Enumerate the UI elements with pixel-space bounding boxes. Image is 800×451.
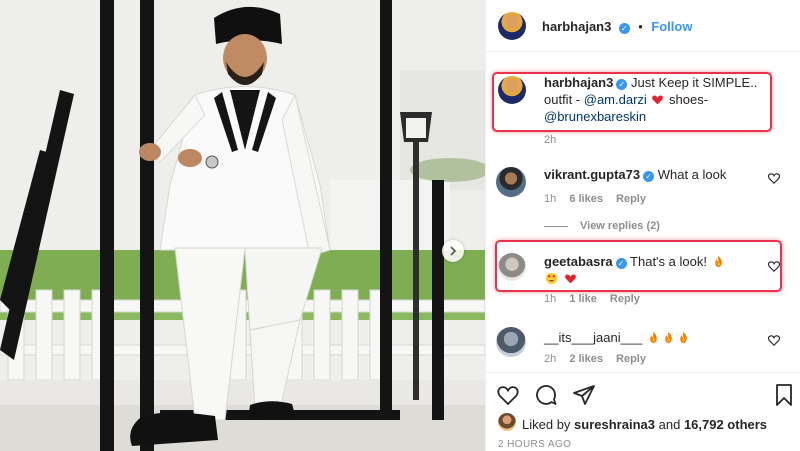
comment-text: vikrant.gupta73 ✓ What a look bbox=[544, 166, 726, 183]
heart-icon[interactable] bbox=[496, 383, 520, 407]
liked-connector: and bbox=[658, 417, 681, 432]
verified-icon: ✓ bbox=[643, 171, 655, 182]
comment-body: What a look bbox=[657, 167, 727, 182]
commenter-avatar[interactable] bbox=[496, 167, 526, 197]
comment-time: 1h bbox=[544, 293, 557, 305]
carousel-next-button[interactable] bbox=[442, 240, 464, 262]
comment-time: 2h bbox=[544, 353, 557, 365]
follow-button[interactable]: Follow bbox=[651, 19, 692, 34]
share-icon[interactable] bbox=[572, 383, 596, 407]
fire-emoji bbox=[680, 331, 687, 344]
verified-icon: ✓ bbox=[618, 23, 630, 34]
post-photo[interactable] bbox=[0, 0, 485, 451]
reply-button[interactable]: Reply bbox=[610, 293, 640, 305]
caption-highlight-box bbox=[492, 72, 772, 132]
fire-emoji bbox=[665, 331, 672, 344]
view-replies-link[interactable]: View replies (2) bbox=[544, 220, 660, 232]
post-timestamp[interactable]: 2 HOURS AGO bbox=[498, 439, 571, 450]
liked-by-text: Liked by sureshraina3 and 16,792 others bbox=[522, 417, 767, 432]
reply-button[interactable]: Reply bbox=[616, 353, 646, 365]
caption-time: 2h bbox=[544, 134, 557, 146]
comment-meta: 1h 1 like Reply bbox=[544, 293, 650, 305]
comment-time: 1h bbox=[544, 193, 557, 205]
chevron-right-icon bbox=[450, 246, 457, 256]
commenter-avatar[interactable] bbox=[496, 327, 526, 357]
author-avatar[interactable] bbox=[498, 12, 526, 40]
comment-likes[interactable]: 2 likes bbox=[569, 353, 603, 365]
reply-button[interactable]: Reply bbox=[616, 193, 646, 205]
comment-text: __its___jaani___ bbox=[544, 329, 691, 346]
likes-count[interactable]: 16,792 others bbox=[684, 417, 767, 432]
post-side-panel: harbhajan3 ✓ • Follow harbhajan3 ✓ Just K… bbox=[485, 0, 800, 451]
photo-illustration bbox=[0, 0, 485, 451]
post-actions: Liked by sureshraina3 and 16,792 others … bbox=[486, 372, 800, 451]
liker-avatar[interactable] bbox=[498, 413, 516, 431]
caption-meta: 2h bbox=[544, 134, 566, 146]
comment-username[interactable]: vikrant.gupta73 bbox=[544, 167, 640, 182]
liked-prefix: Liked by bbox=[522, 417, 571, 432]
heart-icon[interactable] bbox=[767, 333, 781, 347]
separator-dot: • bbox=[638, 19, 643, 34]
comment-likes[interactable]: 1 like bbox=[569, 293, 597, 305]
comment-likes[interactable]: 6 likes bbox=[569, 193, 603, 205]
comment-icon[interactable] bbox=[534, 383, 558, 407]
comment-highlight-box bbox=[495, 240, 782, 292]
post-header: harbhajan3 ✓ • Follow bbox=[486, 0, 800, 52]
author-username[interactable]: harbhajan3 bbox=[542, 19, 611, 34]
comment-meta: 2h 2 likes Reply bbox=[544, 353, 656, 365]
fire-emoji bbox=[650, 331, 657, 344]
liker-username[interactable]: sureshraina3 bbox=[574, 417, 655, 432]
comment-username[interactable]: __its___jaani___ bbox=[544, 330, 642, 345]
heart-icon[interactable] bbox=[767, 171, 781, 185]
bookmark-icon[interactable] bbox=[772, 383, 796, 407]
comment-meta: 1h 6 likes Reply bbox=[544, 193, 656, 205]
